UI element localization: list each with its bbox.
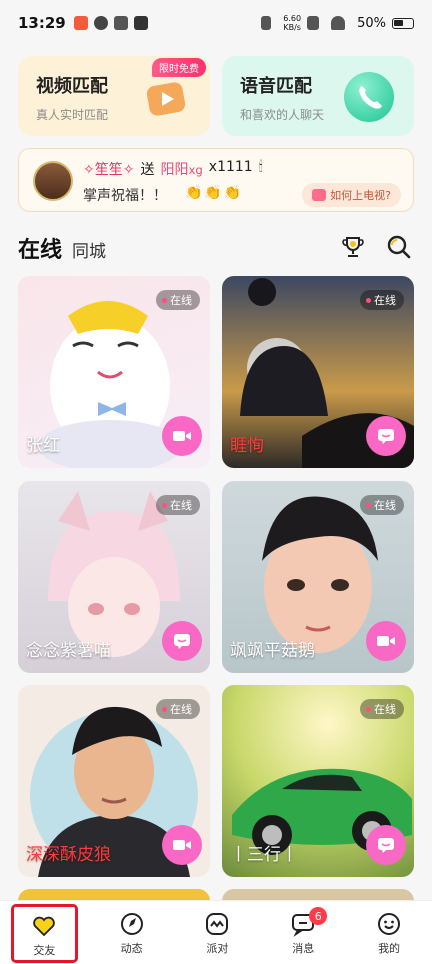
bottom-navigation: 交友 动态 派对 6 消息 我的: [0, 900, 432, 964]
user-name: 丨三行丨: [230, 845, 298, 865]
nav-item-party[interactable]: 派对: [175, 901, 261, 964]
phone-icon: [344, 72, 394, 122]
sim-icon: [307, 16, 320, 30]
online-status-badge: 在线: [360, 290, 404, 310]
video-icon: [173, 840, 191, 850]
user-name: 张红: [26, 436, 60, 456]
gift-receiver: 阳阳xg: [160, 162, 203, 178]
user-card[interactable]: 在线 深深酥皮狼: [18, 685, 210, 877]
unread-badge: 6: [309, 907, 328, 925]
nav-label: 消息: [292, 942, 315, 955]
compass-icon: [120, 913, 143, 935]
status-bar: 13:29 6.60 KB/s 50%: [0, 0, 432, 46]
user-card[interactable]: 在线 张红: [18, 276, 210, 468]
gift-line: ✧笙笙✧ 送 阳阳xg x1111 🕯: [83, 159, 263, 179]
user-name: 深深酥皮狼: [26, 845, 111, 865]
nav-item-friends[interactable]: 交友: [10, 903, 79, 964]
user-card[interactable]: 在线 睚恂: [222, 276, 414, 468]
video-icon: [377, 636, 395, 646]
gift-broadcast-banner[interactable]: ✧笙笙✧ 送 阳阳xg x1111 🕯 掌声祝福！！ 👏👏👏 如何上电视?: [18, 148, 414, 212]
how-to-get-on-tv-link[interactable]: 如何上电视?: [302, 183, 401, 207]
app-icon: [93, 16, 108, 30]
video-call-button[interactable]: [162, 416, 202, 456]
weibo-icon: [73, 16, 88, 30]
nav-item-messages[interactable]: 6 消息: [260, 901, 346, 964]
voice-match-card[interactable]: 语音匹配 和喜欢的人聊天: [222, 56, 414, 136]
nav-label: 动态: [120, 942, 143, 955]
chat-button[interactable]: [162, 621, 202, 661]
online-status-badge: 在线: [156, 495, 200, 515]
nav-label: 我的: [378, 942, 401, 955]
gift-message: 掌声祝福！！: [83, 188, 167, 204]
net-speed: 6.60 KB/s: [283, 14, 302, 32]
user-card[interactable]: 在线 念念紫薯喵: [18, 481, 210, 673]
nav-label: 交友: [33, 944, 56, 957]
user-name: 念念紫薯喵: [26, 641, 111, 661]
user-card[interactable]: 在线 丨三行丨: [222, 685, 414, 877]
video-match-card[interactable]: 视频匹配 真人实时匹配 限时免费: [18, 56, 210, 136]
party-icon: [206, 913, 229, 935]
video-call-button[interactable]: [162, 825, 202, 865]
user-card[interactable]: 在线 飒飒平菇鹅: [222, 481, 414, 673]
free-badge: 限时免费: [152, 58, 206, 77]
online-status-badge: 在线: [360, 699, 404, 719]
online-status-badge: 在线: [156, 699, 200, 719]
chat-icon: [174, 634, 190, 649]
chat-button[interactable]: [366, 825, 406, 865]
fan-icon: [113, 16, 128, 30]
chat-icon: [378, 838, 394, 853]
user-name: 飒飒平菇鹅: [230, 641, 315, 661]
tv-link-label: 如何上电视?: [330, 189, 391, 202]
tab-online[interactable]: 在线: [18, 232, 62, 264]
video-call-button[interactable]: [366, 621, 406, 661]
online-status-badge: 在线: [156, 290, 200, 310]
heart-icon: [33, 916, 56, 937]
filter-tabs: 在线 同城: [18, 232, 106, 264]
nav-item-me[interactable]: 我的: [346, 901, 432, 964]
video-camera-icon: [146, 82, 186, 116]
video-icon: [173, 431, 191, 441]
gift-sender: ✧笙笙✧: [83, 162, 135, 178]
sender-avatar[interactable]: [33, 161, 73, 201]
gift-item-icon: 🕯: [258, 159, 263, 175]
trophy-icon[interactable]: [340, 234, 366, 260]
gift-verb: 送: [140, 162, 155, 178]
tv-icon: [312, 189, 327, 201]
battery-icon: [392, 17, 414, 29]
tab-nearby[interactable]: 同城: [72, 237, 106, 262]
nav-label: 派对: [206, 942, 229, 955]
chat-icon: [378, 429, 394, 444]
online-status-badge: 在线: [360, 495, 404, 515]
notification-icon: [133, 16, 148, 30]
wifi-icon: [331, 16, 346, 30]
clap-sticker-icon: 👏👏👏: [185, 185, 244, 201]
battery-text: 50%: [357, 15, 386, 31]
gift-amount: x1111: [208, 159, 253, 175]
vibrate-icon: [261, 16, 272, 30]
status-time: 13:29: [18, 14, 66, 32]
user-name: 睚恂: [230, 436, 264, 456]
smile-icon: [378, 913, 401, 935]
chat-button[interactable]: [366, 416, 406, 456]
search-icon[interactable]: [386, 234, 412, 260]
nav-item-moments[interactable]: 动态: [89, 901, 175, 964]
